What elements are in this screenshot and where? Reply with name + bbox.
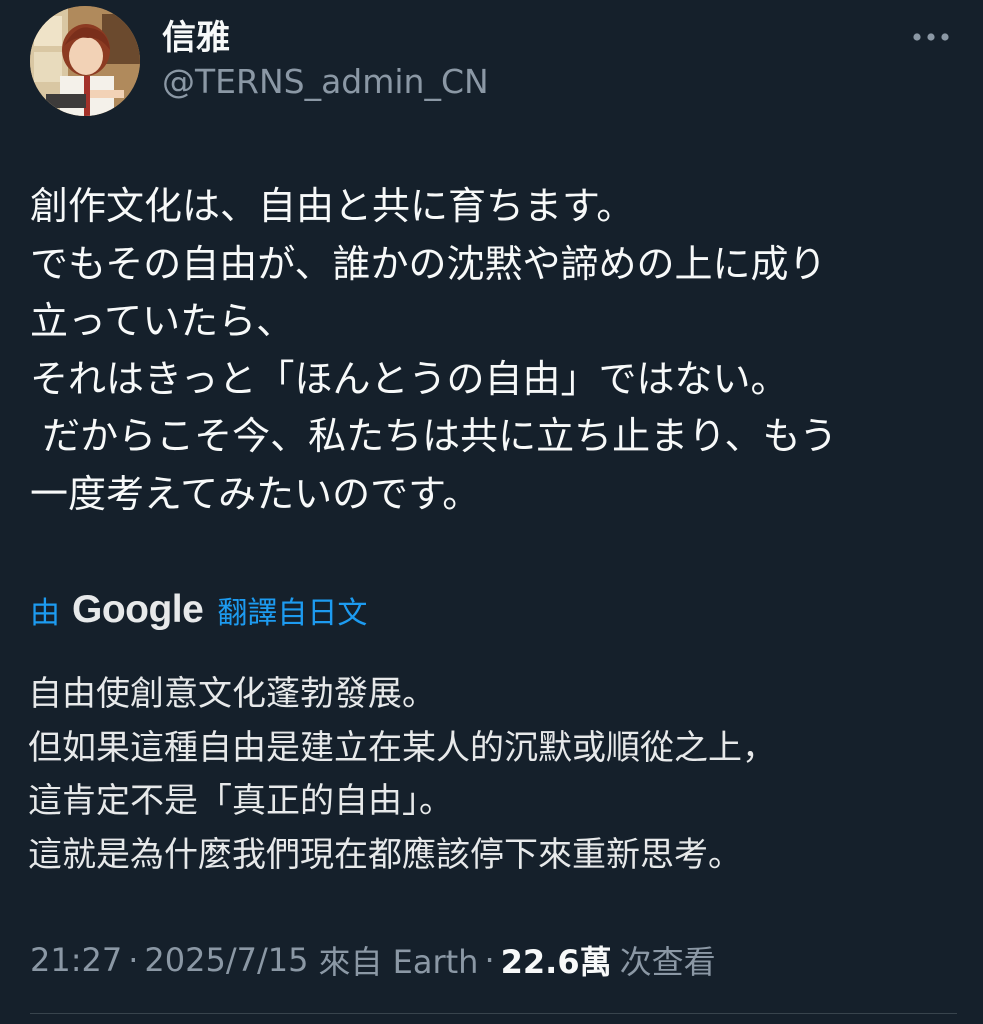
tweet-line: それはきっと「ほんとうの自由」ではない。	[30, 356, 789, 401]
translated-line: 但如果這種自由是建立在某人的沉默或順從之上，	[28, 727, 776, 768]
author-handle[interactable]: @TERNS_admin_CN	[162, 60, 489, 104]
tweet-time[interactable]: 21:27	[30, 941, 122, 979]
views-count[interactable]: 22.6萬	[501, 937, 612, 983]
meta-separator: ·	[484, 941, 495, 979]
translated-line: 這就是為什麼我們現在都應該停下來重新思考。	[28, 834, 742, 875]
tweet-line: 立っていたら、	[30, 299, 295, 343]
divider	[30, 1013, 957, 1014]
views-label: 次查看	[619, 943, 716, 981]
translation-attribution[interactable]: 由 Google 翻譯自日文	[30, 584, 367, 636]
tweet-metadata: 21:27 · 2025/7/15 來自 Earth · 22.6萬 次查看	[30, 936, 716, 984]
tweet-line: だからこそ今、私たちは共に立ち止まり、もう	[30, 414, 838, 458]
translation-by-label: 由	[30, 596, 60, 631]
translated-from-link[interactable]: 翻譯自日文	[217, 588, 367, 632]
avatar[interactable]	[30, 6, 140, 116]
translated-text: 自由使創意文化蓬勃發展。 但如果這種自由是建立在某人的沉默或順從之上， 這肯定不…	[28, 668, 958, 882]
google-logo: Google	[72, 588, 204, 631]
tweet-line: 創作文化は、自由と共に育ちます。	[30, 184, 635, 228]
more-options-button[interactable]	[905, 20, 957, 54]
author-display-name[interactable]: 信雅	[162, 14, 230, 62]
tweet-text: 創作文化は、自由と共に育ちます。 でもその自由が、誰かの沈黙や諦めの上に成り 立…	[30, 178, 960, 523]
tweet-source: 來自 Earth	[318, 943, 479, 981]
tweet-line: 一度考えてみたいのです。	[30, 471, 481, 516]
meta-separator: ·	[128, 941, 139, 979]
tweet-date[interactable]: 2025/7/15	[144, 941, 308, 979]
translated-line: 自由使創意文化蓬勃發展。	[28, 674, 436, 714]
tweet-line: でもその自由が、誰かの沈黙や諦めの上に成り	[30, 241, 827, 286]
avatar-illustration	[30, 6, 140, 116]
more-horizontal-icon	[913, 33, 949, 41]
translated-line: 這肯定不是「真正的自由」。	[28, 781, 453, 821]
